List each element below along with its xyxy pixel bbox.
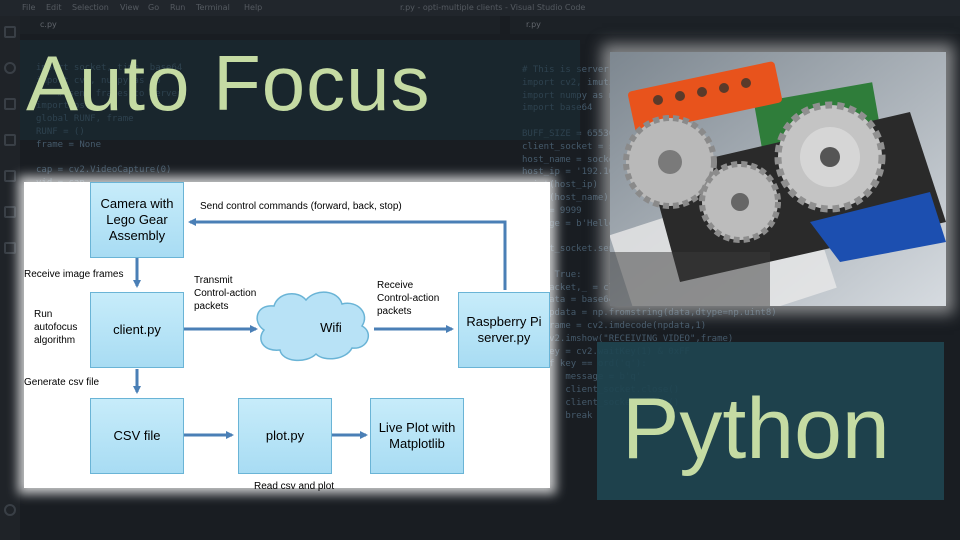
live-plot-box: Live Plot with Matplotlib xyxy=(370,398,464,474)
label-send-control: Send control commands (forward, back, st… xyxy=(200,201,402,212)
flow-diagram: Camera with Lego Gear Assembly client.py… xyxy=(24,182,550,492)
python-label: Python xyxy=(622,381,890,477)
raspberry-pi-box: Raspberry Pi server.py xyxy=(458,292,550,368)
label-receive-frames: Receive image frames xyxy=(24,269,124,280)
lego-camera-photo xyxy=(610,52,946,306)
label-receive: Receive Control-action packets xyxy=(377,280,440,317)
plot-py-box: plot.py xyxy=(238,398,332,474)
client-box: client.py xyxy=(90,292,184,368)
lego-camera-illustration xyxy=(610,52,946,306)
camera-box: Camera with Lego Gear Assembly xyxy=(90,182,184,258)
wifi-label: Wifi xyxy=(320,320,342,335)
csv-file-box: CSV file xyxy=(90,398,184,474)
page-title: Auto Focus xyxy=(26,39,431,127)
label-run-autofocus: Run autofocus algorithm xyxy=(34,309,78,346)
label-transmit: Transmit Control-action packets xyxy=(194,275,257,312)
label-generate-csv: Generate csv file xyxy=(24,377,100,388)
label-read-csv: Read csv and plot xyxy=(254,481,335,492)
